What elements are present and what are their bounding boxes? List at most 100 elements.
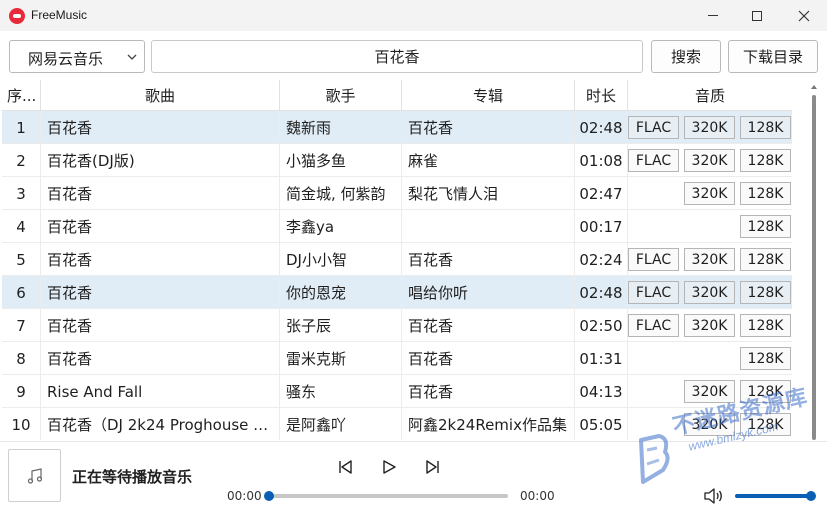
row-album-text: 百花香 <box>408 317 454 335</box>
minimize-button[interactable] <box>690 0 736 31</box>
table-row[interactable]: 5 百花香 DJ小小智 百花香 02:24 FLAC 320K 128K <box>2 243 792 276</box>
table-row[interactable]: 4 百花香 李鑫ya 00:17 128K <box>2 210 792 243</box>
table-row[interactable]: 2 百花香(DJ版) 小猫多鱼 麻雀 01:08 FLAC 320K 128K <box>2 144 792 177</box>
row-song: 百花香 <box>41 177 280 210</box>
table-row[interactable]: 1 百花香 魏新雨 百花香 02:48 FLAC 320K 128K <box>2 111 792 144</box>
320k-download-button[interactable]: 320K <box>684 248 735 271</box>
320k-download-button[interactable]: 320K <box>684 380 735 403</box>
row-index: 5 <box>2 243 41 276</box>
row-song-text: 百花香 <box>47 119 93 137</box>
320k-download-button[interactable]: 320K <box>684 314 735 337</box>
row-quality: 128K <box>628 210 792 243</box>
row-song-text: 百花香 <box>47 185 93 203</box>
row-album: 百花香 <box>402 342 575 375</box>
128k-download-button[interactable]: 128K <box>740 347 791 370</box>
320k-download-button[interactable]: 320K <box>684 413 735 436</box>
download-directory-button[interactable]: 下载目录 <box>728 40 818 73</box>
row-quality: 320K 128K <box>628 177 792 210</box>
row-quality: FLAC 320K 128K <box>628 276 792 309</box>
row-quality: 320K 128K <box>628 408 792 440</box>
320k-download-button[interactable]: 320K <box>684 281 735 304</box>
table-row[interactable]: 3 百花香 简金城, 何紫韵 梨花飞情人泪 02:47 320K 128K <box>2 177 792 210</box>
table-row[interactable]: 6 百花香 你的恩宠 唱给你听 02:48 FLAC 320K 128K <box>2 276 792 309</box>
128k-download-button[interactable]: 128K <box>740 380 791 403</box>
flac-download-button[interactable]: FLAC <box>628 314 679 337</box>
table-row[interactable]: 10 百花香（DJ 2k24 Proghouse Mix... 是阿鑫吖 阿鑫2k24… <box>2 408 792 440</box>
flac-download-button[interactable]: FLAC <box>628 248 679 271</box>
128k-download-button[interactable]: 128K <box>740 149 791 172</box>
320k-download-button[interactable]: 320K <box>684 182 735 205</box>
previous-button[interactable] <box>333 456 357 478</box>
search-input[interactable] <box>151 40 643 73</box>
header-artist[interactable]: 歌手 <box>280 80 402 111</box>
header-duration[interactable]: 时长 <box>575 80 628 111</box>
volume-handle[interactable] <box>806 491 816 501</box>
table-row[interactable]: 8 百花香 雷米克斯 百花香 01:31 128K <box>2 342 792 375</box>
row-song-text: 百花香 <box>47 317 93 335</box>
row-artist-text: DJ小小智 <box>286 251 347 269</box>
row-index: 1 <box>2 111 41 144</box>
row-album-text: 唱给你听 <box>408 284 469 302</box>
128k-download-button[interactable]: 128K <box>740 281 791 304</box>
music-note-icon <box>27 467 42 484</box>
table-header: 序... 歌曲 歌手 专辑 时长 音质 <box>2 80 792 111</box>
header-index[interactable]: 序... <box>2 80 41 111</box>
row-song: 百花香 <box>41 243 280 276</box>
table-row[interactable]: 7 百花香 张子辰 百花香 02:50 FLAC 320K 128K <box>2 309 792 342</box>
row-index: 7 <box>2 309 41 342</box>
row-duration: 02:48 <box>575 276 628 309</box>
progress-bar[interactable] <box>268 494 508 498</box>
header-quality[interactable]: 音质 <box>628 80 792 111</box>
header-album[interactable]: 专辑 <box>402 80 575 111</box>
current-time: 00:00 <box>227 489 262 503</box>
128k-download-button[interactable]: 128K <box>740 314 791 337</box>
search-button[interactable]: 搜索 <box>651 40 721 73</box>
128k-download-button[interactable]: 128K <box>740 248 791 271</box>
row-album-text: 百花香 <box>408 350 454 368</box>
row-quality: FLAC 320K 128K <box>628 111 792 144</box>
next-button[interactable] <box>421 456 445 478</box>
row-artist: 你的恩宠 <box>280 276 402 309</box>
row-index: 10 <box>2 408 41 440</box>
row-album-text: 百花香 <box>408 383 454 401</box>
flac-download-button[interactable]: FLAC <box>628 116 679 139</box>
row-album: 百花香 <box>402 243 575 276</box>
row-artist-text: 李鑫ya <box>286 218 335 236</box>
vertical-scrollbar[interactable] <box>812 95 816 440</box>
play-button[interactable] <box>377 456 401 478</box>
close-button[interactable] <box>781 0 827 31</box>
row-index: 9 <box>2 375 41 408</box>
row-duration: 02:48 <box>575 111 628 144</box>
row-album-text: 百花香 <box>408 251 454 269</box>
header-song[interactable]: 歌曲 <box>41 80 280 111</box>
128k-download-button[interactable]: 128K <box>740 182 791 205</box>
320k-download-button[interactable]: 320K <box>684 116 735 139</box>
row-duration: 02:50 <box>575 309 628 342</box>
128k-download-button[interactable]: 128K <box>740 215 791 238</box>
row-index: 4 <box>2 210 41 243</box>
row-album-text: 麻雀 <box>408 152 439 170</box>
320k-download-button[interactable]: 320K <box>684 149 735 172</box>
flac-download-button[interactable]: FLAC <box>628 281 679 304</box>
128k-download-button[interactable]: 128K <box>740 116 791 139</box>
row-song: 百花香(DJ版) <box>41 144 280 177</box>
row-song: 百花香 <box>41 309 280 342</box>
progress-handle[interactable] <box>264 491 274 501</box>
maximize-button[interactable] <box>734 0 780 31</box>
scroll-up-icon[interactable] <box>810 83 818 91</box>
table-row[interactable]: 9 Rise And Fall 骚东 百花香 04:13 320K 128K <box>2 375 792 408</box>
flac-download-button[interactable]: FLAC <box>628 149 679 172</box>
volume-icon[interactable] <box>703 487 723 505</box>
volume-slider[interactable] <box>735 494 811 498</box>
source-select-value: 网易云音乐 <box>28 50 104 68</box>
row-quality: 128K <box>628 342 792 375</box>
row-album-text: 梨花飞情人泪 <box>408 185 499 203</box>
chevron-down-icon <box>127 54 137 60</box>
row-index: 6 <box>2 276 41 309</box>
source-select[interactable]: 网易云音乐 <box>9 40 145 73</box>
row-duration: 05:05 <box>575 408 628 440</box>
minimize-icon <box>708 15 718 16</box>
128k-download-button[interactable]: 128K <box>740 413 791 436</box>
row-artist-text: 你的恩宠 <box>286 284 347 302</box>
window-title: FreeMusic <box>31 8 88 22</box>
